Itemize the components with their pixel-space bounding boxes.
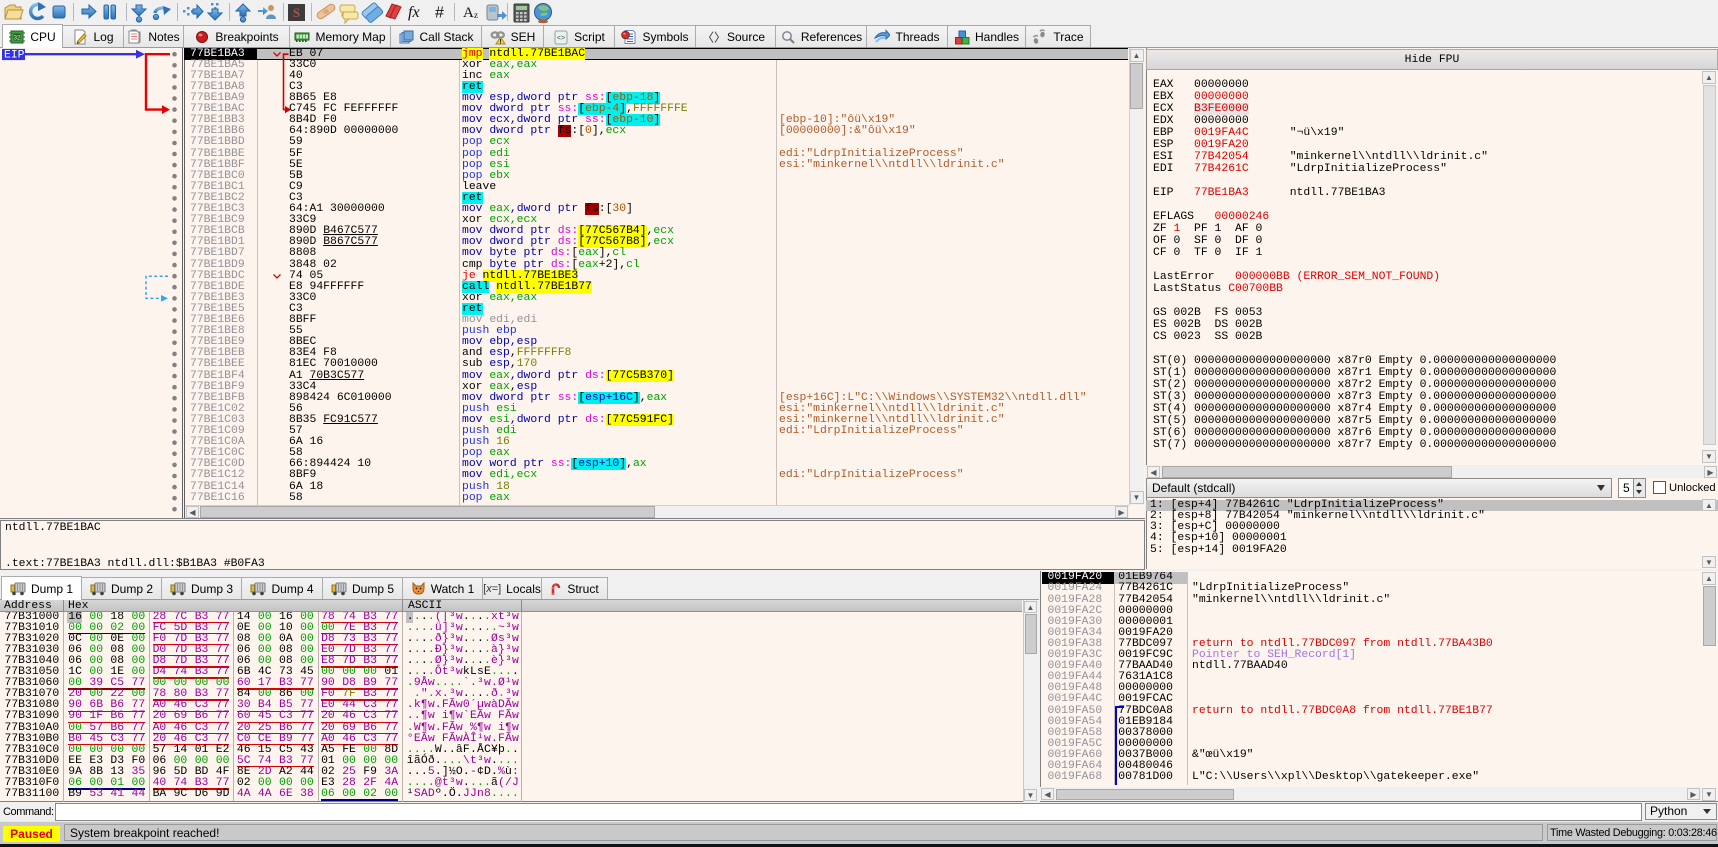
svg-text:〈〉: 〈〉: [706, 31, 722, 45]
svg-text:z: z: [474, 10, 478, 20]
svg-text:32: 32: [14, 35, 21, 41]
svg-text:fx: fx: [408, 4, 420, 21]
svg-text:S: S: [293, 5, 300, 20]
svg-text:#: #: [435, 5, 444, 22]
svg-text:A: A: [463, 5, 474, 21]
svg-text:!: !: [499, 39, 501, 46]
svg-text:<>: <>: [557, 35, 565, 43]
svg-text:EIP: EIP: [4, 50, 25, 62]
